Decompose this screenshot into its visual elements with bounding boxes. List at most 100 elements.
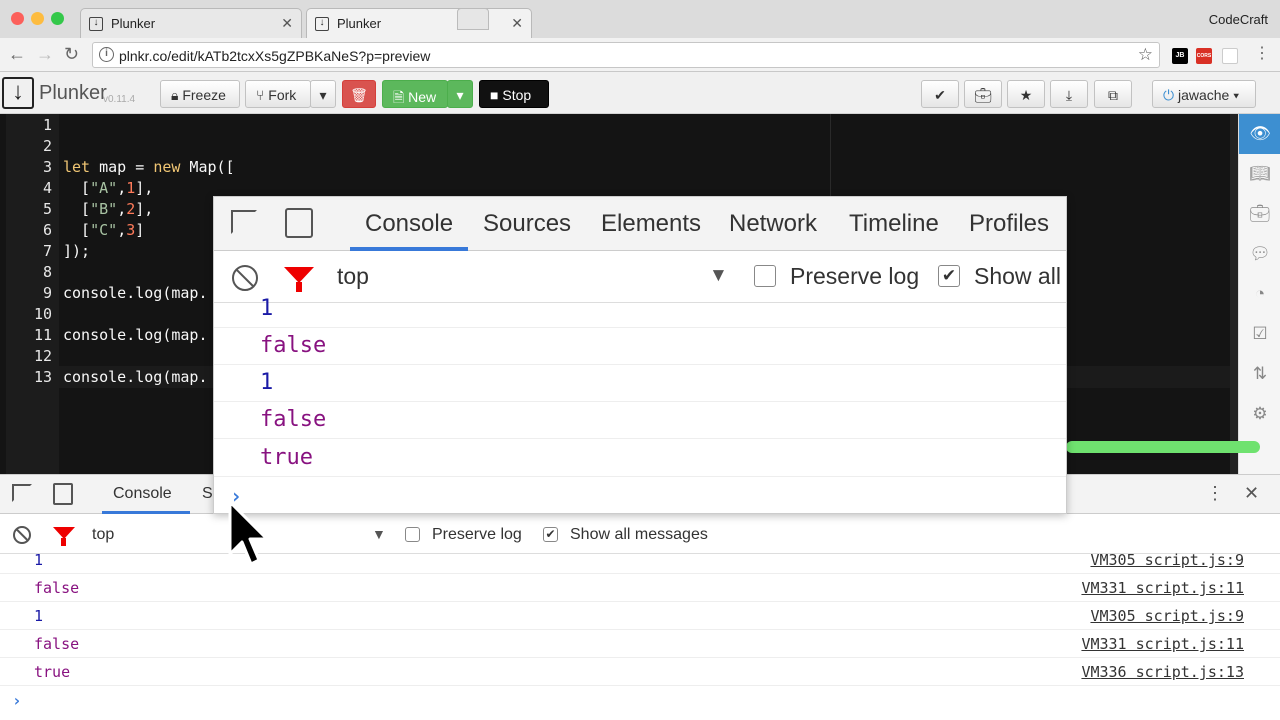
show-all-checkbox[interactable]: ✔: [938, 265, 960, 287]
comments-icon[interactable]: 💬︎: [1239, 234, 1280, 274]
minimize-window-button[interactable]: [31, 12, 44, 25]
code-line-3[interactable]: let map = new Map([: [63, 158, 235, 176]
new-dropdown-button[interactable]: ▾: [447, 80, 473, 108]
console-prompt-icon[interactable]: ›: [12, 691, 22, 710]
plunker-logo-text[interactable]: Plunker: [39, 82, 107, 105]
tab-sources[interactable]: Sources: [483, 210, 571, 238]
code-line-13[interactable]: console.log(map.: [63, 368, 208, 386]
close-devtools-icon[interactable]: ✕: [1244, 483, 1259, 504]
delete-button[interactable]: 🗑︎: [342, 80, 376, 108]
browser-tab-2[interactable]: ↓ Plunker ✕: [306, 8, 532, 38]
devtools-tab-console[interactable]: Console: [113, 485, 172, 503]
address-bar[interactable]: i plnkr.co/edit/kATb2tcxXs5gZPBKaNeS?p=p…: [92, 42, 1160, 68]
code-line-6[interactable]: ["C",3]: [63, 221, 144, 239]
line-number: 10: [33, 305, 52, 323]
preserve-log-checkbox[interactable]: [754, 265, 776, 287]
preserve-log-checkbox[interactable]: [405, 527, 420, 542]
line-number: 6: [42, 221, 52, 239]
tab-network[interactable]: Network: [729, 210, 817, 238]
plunker-logo-icon[interactable]: ↓: [2, 77, 34, 109]
url-text[interactable]: plnkr.co/edit/kATb2tcxXs5gZPBKaNeS?p=pre…: [119, 48, 430, 64]
new-button[interactable]: 🗎︎ New: [382, 80, 448, 108]
close-tab-icon[interactable]: ✕: [281, 15, 293, 32]
preserve-log-label[interactable]: Preserve log: [432, 526, 522, 544]
settings-gear-icon[interactable]: ⚙︎: [1239, 394, 1280, 434]
device-toolbar-icon[interactable]: [285, 208, 313, 238]
device-toolbar-icon[interactable]: [53, 483, 73, 505]
code-line-5[interactable]: ["B",2],: [63, 200, 153, 218]
profile-name[interactable]: CodeCraft: [1209, 12, 1268, 27]
console-source-link[interactable]: VM331 script.js:11: [1081, 635, 1244, 653]
line-number: 5: [42, 200, 52, 218]
sync-icon[interactable]: ⇅: [1239, 354, 1280, 394]
inspect-element-icon[interactable]: [231, 210, 257, 234]
code-line-9[interactable]: console.log(map.: [63, 284, 208, 302]
freeze-button[interactable]: 🔒︎ Freeze: [160, 80, 240, 108]
close-window-button[interactable]: [11, 12, 24, 25]
code-line-7[interactable]: ]);: [63, 242, 90, 260]
power-icon: ⏻: [1163, 87, 1175, 103]
console-message: 1 VM305 script.js:9: [0, 546, 1280, 574]
star-button[interactable]: ★: [1007, 80, 1045, 108]
tab-console[interactable]: Console: [365, 210, 453, 238]
filter-funnel-icon[interactable]: [284, 267, 314, 283]
dashboard-icon[interactable]: ◔: [1239, 274, 1280, 314]
editor-scrollbar[interactable]: [1230, 114, 1238, 474]
context-select[interactable]: top: [337, 263, 369, 290]
tab-elements[interactable]: Elements: [601, 210, 701, 238]
cors-extension-icon[interactable]: CORS: [1196, 48, 1212, 64]
briefcase-button[interactable]: 💼︎: [964, 80, 1002, 108]
jetbrains-extension-icon[interactable]: JB: [1172, 48, 1188, 64]
show-all-messages-checkbox[interactable]: ✔: [543, 527, 558, 542]
trash-icon: 🗑︎: [350, 87, 368, 103]
bookmark-star-icon[interactable]: ☆: [1138, 45, 1153, 65]
close-tab-icon[interactable]: ✕: [511, 15, 523, 32]
new-tab-button[interactable]: [457, 8, 489, 30]
line-number: 9: [42, 284, 52, 302]
reload-icon[interactable]: ↻: [64, 44, 79, 64]
console-message: 1: [214, 365, 1066, 402]
clear-console-icon[interactable]: [232, 265, 258, 291]
context-select[interactable]: top: [92, 526, 114, 544]
info-icon[interactable]: i: [99, 47, 114, 62]
show-all-messages-label[interactable]: Show all messages: [570, 526, 708, 544]
preserve-log-label[interactable]: Preserve log: [790, 263, 919, 290]
back-arrow-icon[interactable]: ←: [8, 44, 26, 64]
console-source-link[interactable]: VM305 script.js:9: [1090, 551, 1244, 569]
console-message: false VM331 script.js:11: [0, 574, 1280, 602]
briefcase-icon[interactable]: 💼︎: [1239, 194, 1280, 234]
caret-down-icon: ▾: [319, 87, 327, 103]
preview-eye-icon[interactable]: 👁︎: [1239, 114, 1280, 154]
clear-console-icon[interactable]: [13, 526, 31, 544]
download-button[interactable]: ⤓: [1050, 80, 1088, 108]
plunker-header: ↓ Plunker v0.11.4 🔒︎ Freeze ⑂ Fork ▾ 🗑︎ …: [0, 72, 1280, 114]
devtools-tab-sources[interactable]: S: [202, 485, 213, 503]
tab-profiles[interactable]: Profiles: [969, 210, 1049, 238]
check-button[interactable]: ✔: [921, 80, 959, 108]
console-source-link[interactable]: VM336 script.js:13: [1081, 663, 1244, 681]
tab-timeline[interactable]: Timeline: [849, 210, 939, 238]
fork-dropdown-button[interactable]: ▾: [310, 80, 336, 108]
book-icon[interactable]: 📖︎: [1239, 154, 1280, 194]
code-line-11[interactable]: console.log(map.: [63, 326, 208, 344]
plunker-version: v0.11.4: [103, 94, 136, 105]
inspect-element-icon[interactable]: [12, 484, 32, 502]
stop-button[interactable]: ■ Stop: [479, 80, 549, 108]
plunker-favicon-icon: ↓: [89, 17, 103, 31]
devtools-more-icon[interactable]: ⋮: [1206, 483, 1224, 504]
context-dropdown-arrow-icon[interactable]: ▼: [709, 265, 728, 287]
forward-arrow-icon[interactable]: →: [36, 44, 54, 64]
console-source-link[interactable]: VM331 script.js:11: [1081, 579, 1244, 597]
menu-kebab-icon[interactable]: ⋮: [1254, 44, 1270, 64]
code-line-4[interactable]: ["A",1],: [63, 179, 153, 197]
browser-tab-1[interactable]: ↓ Plunker ✕: [80, 8, 302, 38]
console-source-link[interactable]: VM305 script.js:9: [1090, 607, 1244, 625]
context-dropdown-arrow-icon[interactable]: ▼: [372, 526, 386, 542]
blank-extension-icon[interactable]: [1222, 48, 1238, 64]
maximize-window-button[interactable]: [51, 12, 64, 25]
show-all-label[interactable]: Show all: [974, 263, 1061, 290]
open-external-button[interactable]: ⧉: [1094, 80, 1132, 108]
user-menu-button[interactable]: ⏻ jawache ▾: [1152, 80, 1256, 108]
checklist-icon[interactable]: ☑: [1239, 314, 1280, 354]
fork-button[interactable]: ⑂ Fork: [245, 80, 311, 108]
